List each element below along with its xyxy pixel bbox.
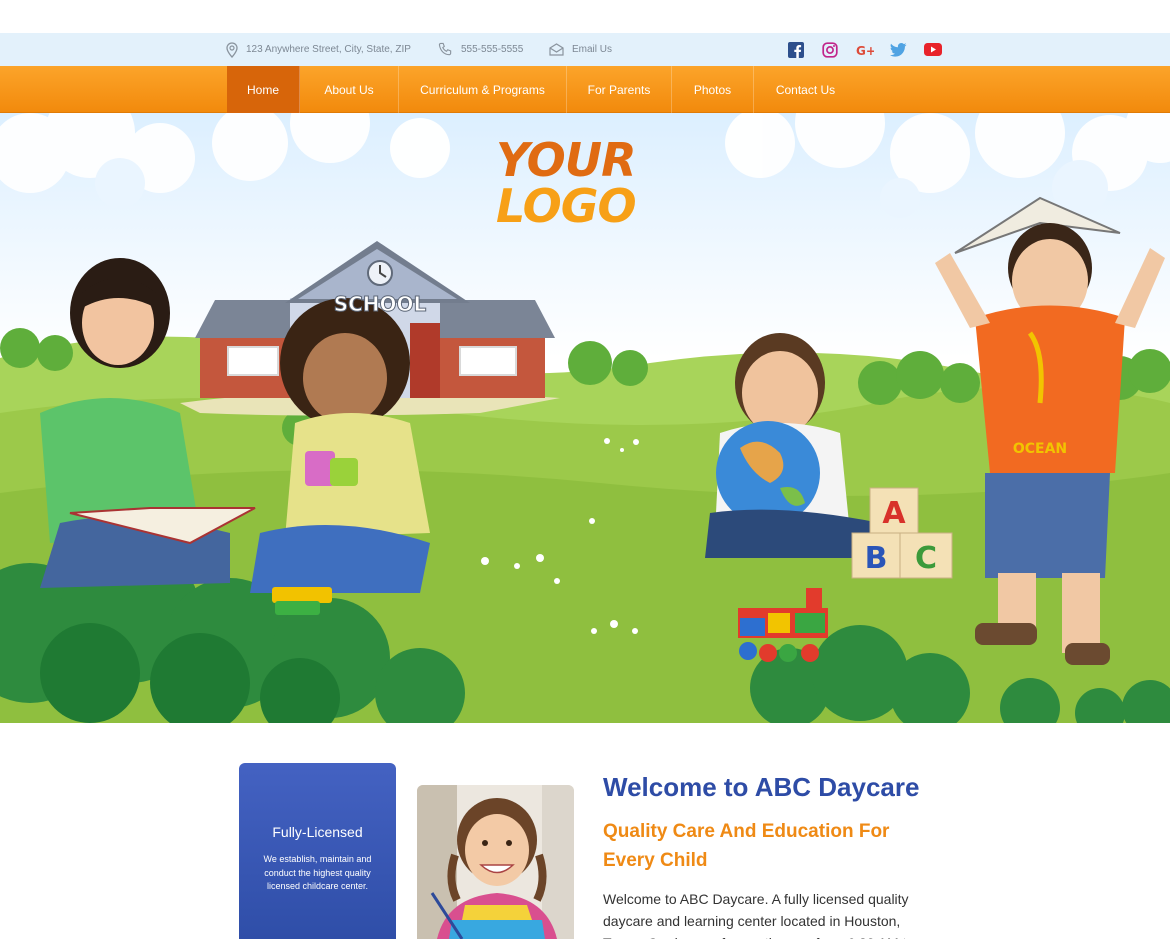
nav-item-contact-us[interactable]: Contact Us	[754, 66, 857, 113]
facebook-icon[interactable]	[788, 41, 822, 58]
feature-card-licensed: Fully-Licensed We establish, maintain an…	[239, 763, 396, 939]
svg-text:G+: G+	[856, 44, 874, 57]
welcome-subtitle: Quality Care And Education For Every Chi…	[603, 821, 890, 871]
nav-item-about-us[interactable]: About Us	[300, 66, 399, 113]
welcome-section: Welcome to ABC Daycare Quality Care And …	[603, 770, 923, 939]
svg-text:A: A	[882, 496, 906, 531]
hero-banner: A B C OCEAN YOUR LOGO SCHOOL	[0, 113, 1170, 723]
welcome-title: Welcome to ABC Daycare	[603, 772, 920, 802]
phone-icon	[438, 42, 452, 56]
google-plus-icon[interactable]: G+	[856, 41, 890, 58]
logo-line-2: LOGO	[496, 179, 637, 233]
nav-item-photos[interactable]: Photos	[672, 66, 754, 113]
nav-item-home[interactable]: Home	[227, 66, 300, 113]
instagram-icon[interactable]	[822, 41, 856, 58]
feature-card-text: We establish, maintain and conduct the h…	[263, 854, 372, 891]
email-text: Email Us	[572, 44, 613, 55]
svg-text:SCHOOL: SCHOOL	[334, 292, 427, 316]
nav-item-for-parents[interactable]: For Parents	[567, 66, 672, 113]
feature-card-title: Fully-Licensed	[272, 824, 363, 840]
phone-text: 555-555-5555	[461, 44, 524, 55]
youtube-icon[interactable]	[924, 41, 958, 58]
welcome-body: Welcome to ABC Daycare. A fully licensed…	[603, 891, 914, 939]
phone-contact[interactable]: 555-555-5555	[438, 33, 523, 66]
top-info-bar: 123 Anywhere Street, City, State, ZIP 55…	[0, 33, 1170, 66]
logo-line-1: YOUR	[496, 133, 637, 187]
address-contact: 123 Anywhere Street, City, State, ZIP	[226, 33, 411, 66]
svg-text:C: C	[915, 541, 937, 576]
nav-item-curriculum[interactable]: Curriculum & Programs	[399, 66, 567, 113]
school-sign: SCHOOL	[333, 292, 427, 317]
location-pin-icon	[226, 41, 238, 58]
social-links: G+	[788, 41, 958, 58]
main-navigation: Home About Us Curriculum & Programs For …	[0, 66, 1170, 113]
email-icon	[549, 43, 564, 56]
svg-text:B: B	[865, 541, 888, 576]
email-contact[interactable]: Email Us	[549, 33, 612, 66]
child-photo	[417, 785, 574, 939]
svg-text:OCEAN: OCEAN	[1013, 441, 1067, 457]
address-text: 123 Anywhere Street, City, State, ZIP	[246, 44, 411, 55]
twitter-icon[interactable]	[890, 41, 924, 58]
brand-logo[interactable]: YOUR LOGO	[496, 137, 641, 237]
